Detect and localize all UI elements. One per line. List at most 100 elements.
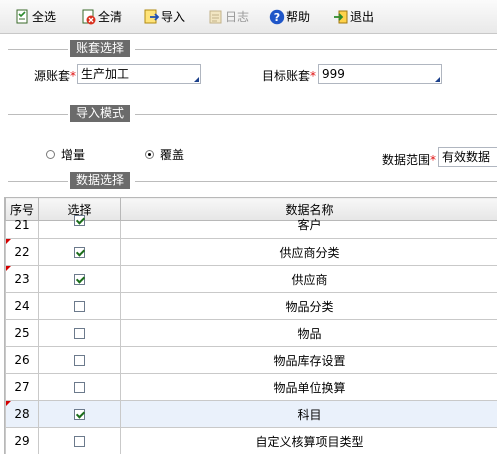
mode-increment-radio[interactable]: 增量 <box>46 146 85 163</box>
clear-all-button[interactable]: 全清 <box>81 8 122 26</box>
radio-circle-selected-icon[interactable] <box>145 150 154 159</box>
required-mark: * <box>430 153 437 167</box>
row-select-cell[interactable] <box>38 427 121 454</box>
data-name-text: 物品分类 <box>285 299 334 314</box>
data-name-text: 物品库存设置 <box>273 353 346 368</box>
radio-circle-icon[interactable] <box>46 150 55 159</box>
row-number: 29 <box>14 434 30 448</box>
row-select-cell[interactable] <box>38 373 121 401</box>
required-mark: * <box>310 69 317 83</box>
toolbar: 全选 全清 导入 日志 ? 帮助 退出 <box>0 0 497 34</box>
section-line <box>135 114 497 115</box>
data-name-text: 物品单位换算 <box>273 380 346 395</box>
data-range-label-text: 数据范围 <box>382 153 431 167</box>
data-name-text: 供应商分类 <box>279 245 340 260</box>
source-account-label: 源账套* <box>34 67 76 84</box>
data-range-select[interactable]: 有效数据 <box>438 147 497 167</box>
table-row[interactable]: 26 物品库存设置 <box>5 346 497 374</box>
data-name-cell: 自定义核算项目类型 <box>120 427 497 454</box>
row-number-cell: 28 <box>5 400 39 428</box>
help-label: 帮助 <box>286 10 311 24</box>
row-checkbox[interactable] <box>74 355 85 366</box>
data-name-text: 科目 <box>297 407 322 422</box>
dropdown-corner-icon[interactable] <box>194 77 199 82</box>
row-select-cell[interactable] <box>38 238 121 266</box>
row-number-cell: 23 <box>5 265 39 293</box>
changed-flag-icon <box>6 401 11 406</box>
section-account-title: 账套选择 <box>70 40 131 57</box>
row-number-cell: 26 <box>5 346 39 374</box>
data-range-value: 有效数据 <box>442 150 491 164</box>
data-name-cell: 物品 <box>120 319 497 347</box>
row-number: 27 <box>14 380 30 394</box>
select-all-button[interactable]: 全选 <box>15 8 56 26</box>
data-grid: 序号 选择 数据名称 21 客户 22 供应商分类 23 供应商 24 物品分类 25 物品 26 物… <box>4 197 497 454</box>
row-checkbox[interactable] <box>74 301 85 312</box>
row-checkbox[interactable] <box>74 214 85 226</box>
log-label: 日志 <box>225 10 250 24</box>
row-number-cell: 27 <box>5 373 39 401</box>
row-number: 26 <box>14 353 30 367</box>
row-number-cell: 22 <box>5 238 39 266</box>
section-line <box>8 181 68 182</box>
row-select-cell[interactable] <box>38 400 121 428</box>
row-checkbox[interactable] <box>74 382 85 393</box>
help-icon: ? <box>269 9 285 25</box>
row-checkbox[interactable] <box>74 274 85 285</box>
data-name-cell: 物品分类 <box>120 292 497 320</box>
target-account-value: 999 <box>322 67 345 81</box>
section-import-mode-title: 导入模式 <box>70 105 131 122</box>
table-row[interactable]: 28 科目 <box>5 400 497 428</box>
row-number-cell: 24 <box>5 292 39 320</box>
source-account-field[interactable]: 生产加工 <box>77 64 201 84</box>
data-name-cell: 科目 <box>120 400 497 428</box>
dropdown-corner-icon[interactable] <box>435 77 440 82</box>
table-row[interactable]: 21 客户 <box>5 214 497 239</box>
target-account-field[interactable]: 999 <box>318 64 442 84</box>
data-name-cell: 供应商 <box>120 265 497 293</box>
row-number: 25 <box>14 326 30 340</box>
row-checkbox[interactable] <box>74 436 85 447</box>
log-button[interactable]: 日志 <box>208 8 249 26</box>
row-select-cell[interactable] <box>38 265 121 293</box>
help-button[interactable]: ? 帮助 <box>269 8 310 26</box>
section-line <box>8 49 68 50</box>
clear-all-label: 全清 <box>98 10 123 24</box>
mode-overwrite-label: 覆盖 <box>160 148 185 162</box>
row-number: 21 <box>14 217 30 232</box>
exit-icon <box>333 9 349 25</box>
row-checkbox[interactable] <box>74 409 85 420</box>
data-range-label: 数据范围* <box>382 151 436 168</box>
row-number: 28 <box>14 407 30 421</box>
row-number: 23 <box>14 272 30 286</box>
select-all-label: 全选 <box>32 10 57 24</box>
table-row[interactable]: 24 物品分类 <box>5 292 497 320</box>
data-name-text: 客户 <box>297 218 322 232</box>
row-select-cell[interactable] <box>38 319 121 347</box>
section-line <box>8 114 68 115</box>
row-number: 22 <box>14 245 30 259</box>
table-row[interactable]: 22 供应商分类 <box>5 238 497 266</box>
mode-overwrite-radio[interactable]: 覆盖 <box>145 146 184 163</box>
row-checkbox[interactable] <box>74 328 85 339</box>
exit-button[interactable]: 退出 <box>333 8 374 26</box>
row-select-cell[interactable] <box>38 292 121 320</box>
import-label: 导入 <box>161 10 186 24</box>
table-row[interactable]: 27 物品单位换算 <box>5 373 497 401</box>
select-all-icon <box>15 9 31 25</box>
row-select-cell[interactable] <box>38 346 121 374</box>
table-row[interactable]: 25 物品 <box>5 319 497 347</box>
row-checkbox[interactable] <box>74 247 85 258</box>
data-name-cell: 客户 <box>120 218 497 239</box>
source-account-label-text: 源账套 <box>34 69 71 83</box>
section-line <box>135 181 497 182</box>
mode-increment-label: 增量 <box>61 148 86 162</box>
row-number-cell: 29 <box>5 427 39 454</box>
table-row[interactable]: 29 自定义核算项目类型 <box>5 427 497 454</box>
required-mark: * <box>70 69 77 83</box>
exit-label: 退出 <box>350 10 375 24</box>
changed-flag-icon <box>6 266 11 271</box>
import-button[interactable]: 导入 <box>144 8 185 26</box>
table-row[interactable]: 23 供应商 <box>5 265 497 293</box>
row-select-cell[interactable] <box>38 214 121 239</box>
